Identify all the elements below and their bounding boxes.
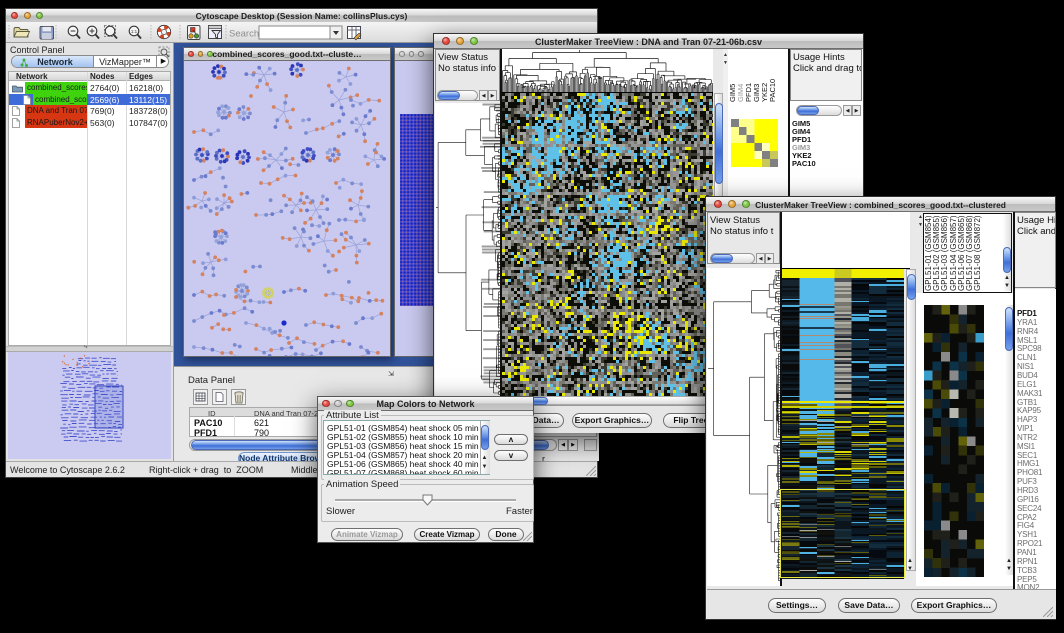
svg-text:Search:: Search: — [229, 29, 262, 40]
svg-text:1:1: 1:1 — [131, 29, 138, 34]
